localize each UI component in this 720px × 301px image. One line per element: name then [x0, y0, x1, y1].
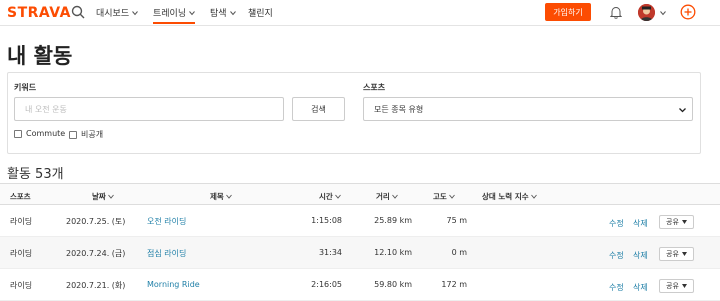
strava-logo[interactable]: STRAVA: [7, 5, 71, 21]
column-relative-effort-label: 상대 노력 지수: [482, 192, 529, 201]
keyword-label: 키워드: [14, 83, 37, 92]
nav-training[interactable]: 트레이닝: [153, 6, 196, 24]
column-sport-label: 스포츠: [10, 192, 31, 201]
column-time-label: 시간: [319, 192, 333, 201]
caret-down-icon: [681, 284, 687, 288]
share-button[interactable]: 공유: [659, 279, 694, 293]
add-circle-icon[interactable]: [680, 4, 696, 20]
page-title: 내 활동: [7, 44, 73, 68]
row-date: 2020.7.25. (토): [66, 217, 126, 226]
row-title-link[interactable]: 오전 라이딩: [147, 216, 186, 227]
row-time: 1:15:08: [311, 216, 342, 225]
table-row: 라이딩 2020.7.21. (화) Morning Ride 2:16:05 …: [0, 269, 720, 301]
search-icon[interactable]: [71, 5, 85, 19]
row-distance: 59.80 km: [374, 280, 412, 289]
bell-icon[interactable]: [610, 6, 622, 19]
nav-challenges[interactable]: 챌린지: [248, 6, 273, 19]
activity-count: 활동 53개: [7, 167, 64, 182]
commute-label: Commute: [26, 129, 66, 138]
column-distance[interactable]: 거리: [376, 191, 398, 202]
sort-icon: [530, 194, 537, 199]
column-time[interactable]: 시간: [319, 191, 341, 202]
share-button[interactable]: 공유: [659, 247, 694, 261]
row-date: 2020.7.24. (금): [66, 249, 126, 258]
column-sport[interactable]: 스포츠: [10, 191, 31, 202]
column-title[interactable]: 제목: [210, 191, 232, 202]
row-sport: 라이딩: [10, 249, 33, 258]
nav-challenges-label: 챌린지: [248, 9, 273, 19]
sort-icon: [107, 194, 114, 199]
chevron-down-icon[interactable]: [660, 10, 666, 16]
sort-icon: [448, 194, 455, 199]
share-button[interactable]: 공유: [659, 215, 694, 229]
sport-type-select[interactable]: 모든 종목 유형: [363, 97, 693, 121]
nav-dashboard[interactable]: 대시보드: [96, 6, 139, 19]
table-row: 라이딩 2020.7.25. (토) 오전 라이딩 1:15:08 25.89 …: [0, 205, 720, 237]
table-header: 스포츠 날짜 제목 시간 거리 고도 상대 노력 지수: [0, 183, 720, 205]
row-time: 31:34: [318, 248, 342, 257]
chevron-down-icon: [189, 10, 196, 15]
commute-checkbox[interactable]: [14, 129, 22, 138]
sport-label: 스포츠: [363, 83, 386, 92]
column-title-label: 제목: [210, 192, 224, 201]
private-label: 비공개: [81, 130, 104, 139]
avatar[interactable]: [638, 4, 655, 21]
column-elevation[interactable]: 고도: [433, 191, 455, 202]
commute-filter[interactable]: Commute: [14, 129, 65, 138]
row-distance: 12.10 km: [374, 248, 412, 257]
signup-button[interactable]: 가입하기: [545, 3, 591, 21]
row-title-link[interactable]: Morning Ride: [147, 280, 200, 289]
row-date: 2020.7.21. (화): [66, 281, 126, 290]
chevron-down-icon: [229, 10, 236, 15]
avatar-image: [638, 4, 655, 21]
share-label: 공유: [666, 282, 679, 290]
sort-icon: [391, 194, 398, 199]
column-date[interactable]: 날짜: [92, 191, 114, 202]
row-elevation: 172 m: [441, 280, 467, 289]
column-elevation-label: 고도: [433, 192, 447, 201]
top-nav: STRAVA 대시보드 트레이닝 탐색 챌린지 가입하기: [0, 0, 720, 26]
search-button[interactable]: 검색: [292, 97, 345, 121]
column-distance-label: 거리: [376, 192, 390, 201]
row-time: 2:16:05: [311, 280, 342, 289]
row-sport: 라이딩: [10, 217, 33, 226]
row-sport: 라이딩: [10, 281, 33, 290]
table-row: 라이딩 2020.7.24. (금) 점심 라이딩 31:34 12.10 km…: [0, 237, 720, 269]
nav-explore[interactable]: 탐색: [210, 6, 236, 19]
private-checkbox[interactable]: [69, 130, 77, 139]
share-label: 공유: [666, 218, 679, 226]
nav-dashboard-label: 대시보드: [96, 9, 130, 19]
row-title-link[interactable]: 점심 라이딩: [147, 248, 186, 259]
nav-explore-label: 탐색: [210, 9, 227, 19]
keyword-input[interactable]: [14, 97, 284, 121]
delete-link[interactable]: 삭제: [633, 218, 648, 229]
delete-link[interactable]: 삭제: [633, 282, 648, 293]
edit-link[interactable]: 수정: [609, 282, 624, 293]
chevron-down-icon: [679, 108, 686, 113]
column-relative-effort[interactable]: 상대 노력 지수: [482, 191, 537, 202]
sport-type-selected: 모든 종목 유형: [374, 104, 424, 114]
share-label: 공유: [666, 250, 679, 258]
caret-down-icon: [681, 252, 687, 256]
private-filter[interactable]: 비공개: [69, 129, 103, 140]
row-elevation: 75 m: [446, 216, 467, 225]
sort-icon: [225, 194, 232, 199]
column-date-label: 날짜: [92, 192, 106, 201]
chevron-down-icon: [132, 10, 139, 15]
row-elevation: 0 m: [451, 248, 467, 257]
sort-icon: [334, 194, 341, 199]
edit-link[interactable]: 수정: [609, 250, 624, 261]
caret-down-icon: [681, 220, 687, 224]
delete-link[interactable]: 삭제: [633, 250, 648, 261]
edit-link[interactable]: 수정: [609, 218, 624, 229]
row-distance: 25.89 km: [374, 216, 412, 225]
nav-training-label: 트레이닝: [153, 9, 187, 19]
